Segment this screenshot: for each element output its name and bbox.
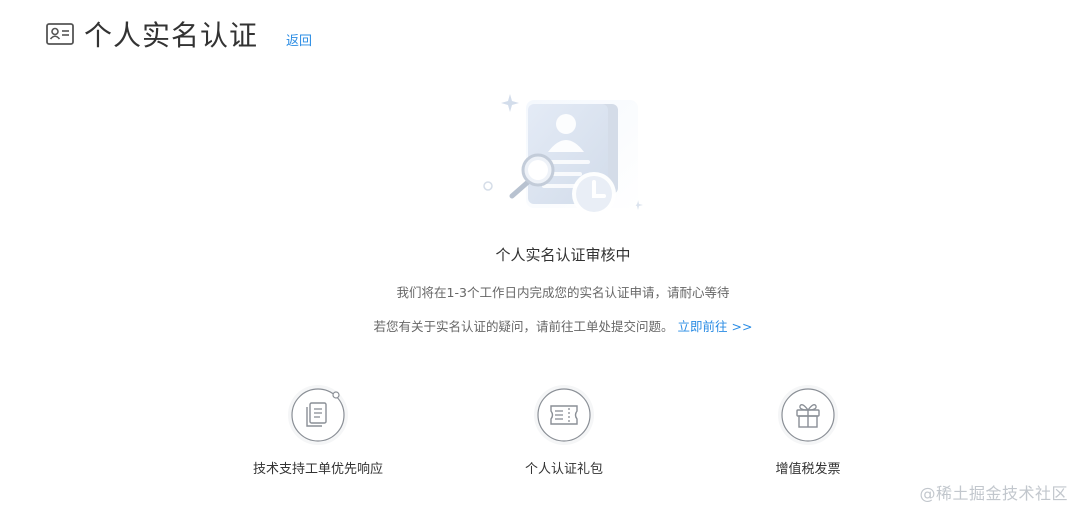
status-description: 我们将在1-3个工作日内完成您的实名认证申请，请耐心等待 (396, 285, 730, 300)
feature-label: 技术支持工单优先响应 (252, 462, 383, 477)
gift-icon (777, 384, 839, 446)
ticket-icon (533, 384, 595, 446)
feature-item: 技术支持工单优先响应 (218, 384, 418, 477)
feature-item: 个人认证礼包 (464, 384, 664, 477)
page-title: 个人实名认证 (84, 19, 259, 52)
watermark: @稀土掘金技术社区 (919, 484, 1068, 503)
feature-item: 增值税发票 (708, 384, 908, 477)
page: 个人实名认证 返回 个人实名认证审核中 我们将在1-3个工作日内完成您的实名认证… (0, 0, 1076, 512)
documents-icon (287, 384, 349, 446)
status-title: 个人实名认证审核中 (495, 246, 631, 264)
status-help: 若您有关于实名认证的疑问，请前往工单处提交问题。 立即前往 >> (0, 316, 1076, 335)
feature-label: 增值税发票 (775, 462, 841, 477)
help-text: 若您有关于实名认证的疑问，请前往工单处提交问题。 (373, 319, 674, 334)
feature-label: 个人认证礼包 (524, 462, 603, 477)
id-card-icon (46, 23, 74, 45)
page-header: 个人实名认证 返回 (46, 14, 312, 54)
back-link[interactable]: 返回 (286, 30, 312, 49)
go-ticket-link[interactable]: 立即前往 >> (678, 319, 753, 334)
document-search-clock-illustration (478, 86, 648, 216)
